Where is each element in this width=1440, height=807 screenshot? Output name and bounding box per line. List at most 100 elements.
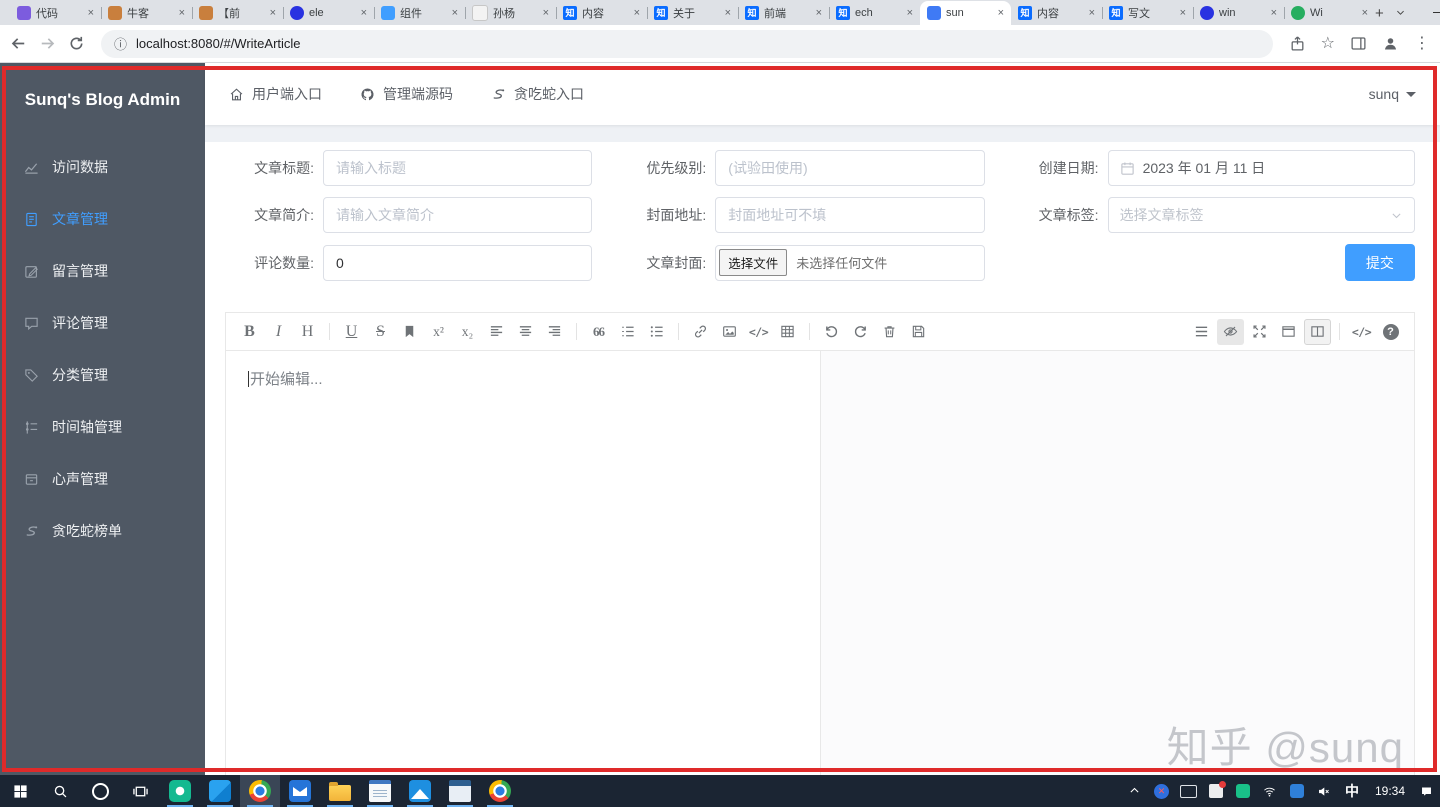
- superscript-button[interactable]: x²: [425, 319, 452, 345]
- taskbar-app-explorer[interactable]: [320, 775, 360, 807]
- tab-close-icon[interactable]: ×: [270, 7, 276, 19]
- image-button[interactable]: [716, 319, 743, 345]
- tray-network-error-icon[interactable]: ✕: [1148, 775, 1175, 807]
- link-admin-source[interactable]: 管理端源码: [360, 84, 453, 104]
- task-view-button[interactable]: [120, 775, 160, 807]
- tray-blue-app-icon[interactable]: [1283, 775, 1310, 807]
- taskbar-search-button[interactable]: [40, 775, 80, 807]
- ordered-list-button[interactable]: [614, 319, 641, 345]
- align-center-button[interactable]: [512, 319, 539, 345]
- tab-close-icon[interactable]: ×: [1271, 7, 1277, 19]
- user-dropdown[interactable]: sunq: [1369, 86, 1416, 102]
- undo-button[interactable]: [818, 319, 845, 345]
- table-button[interactable]: [774, 319, 801, 345]
- bold-button[interactable]: B: [236, 319, 263, 345]
- back-icon[interactable]: [10, 35, 27, 52]
- sidebar-item-comment-management[interactable]: 评论管理: [0, 297, 205, 349]
- tray-green-app-icon[interactable]: [1229, 775, 1256, 807]
- tab-close-icon[interactable]: ×: [1089, 7, 1095, 19]
- sidebar-item-snake-ranking[interactable]: 贪吃蛇榜单: [0, 505, 205, 557]
- browser-tab[interactable]: 组件×: [374, 1, 465, 25]
- tab-close-icon[interactable]: ×: [1362, 7, 1368, 19]
- start-button[interactable]: [0, 775, 40, 807]
- comment-count-input[interactable]: [323, 245, 592, 281]
- tab-close-icon[interactable]: ×: [725, 7, 731, 19]
- submit-button[interactable]: 提交: [1345, 244, 1415, 281]
- tray-expand-chevron-icon[interactable]: [1121, 775, 1148, 807]
- sidebar-item-category-management[interactable]: 分类管理: [0, 349, 205, 401]
- browser-tab[interactable]: win×: [1193, 1, 1284, 25]
- browser-tab[interactable]: Wi×: [1284, 1, 1375, 25]
- unordered-list-button[interactable]: [643, 319, 670, 345]
- forward-icon[interactable]: [39, 35, 56, 52]
- tab-close-icon[interactable]: ×: [88, 7, 94, 19]
- address-bar[interactable]: ⓘ localhost:8080/#/WriteArticle: [101, 30, 1273, 58]
- file-input[interactable]: 选择文件 未选择任何文件: [715, 245, 984, 281]
- fullwindow-button[interactable]: [1275, 319, 1302, 345]
- taskbar-app-chrome-2[interactable]: [480, 775, 520, 807]
- browser-tab[interactable]: 牛客×: [101, 1, 192, 25]
- link-button[interactable]: [687, 319, 714, 345]
- help-button[interactable]: ?: [1377, 319, 1404, 345]
- code-block-button[interactable]: </>: [745, 319, 772, 345]
- wifi-icon[interactable]: [1256, 775, 1283, 807]
- browser-tab-active[interactable]: sun×: [920, 1, 1011, 25]
- taskbar-app-utools[interactable]: [160, 775, 200, 807]
- save-button[interactable]: [905, 319, 932, 345]
- tray-app-badge-icon[interactable]: [1202, 775, 1229, 807]
- sidebar-item-visit-data[interactable]: 访问数据: [0, 141, 205, 193]
- tab-close-icon[interactable]: ×: [361, 7, 367, 19]
- split-view-button[interactable]: [1304, 319, 1331, 345]
- window-minimize-button[interactable]: [1418, 0, 1440, 25]
- cover-url-input[interactable]: [715, 197, 984, 233]
- menu-kebab-icon[interactable]: ⋮: [1414, 36, 1430, 52]
- date-picker[interactable]: 2023 年 01 月 11 日: [1108, 150, 1415, 186]
- taskbar-app-photos[interactable]: [400, 775, 440, 807]
- site-info-icon[interactable]: ⓘ: [114, 34, 127, 53]
- quote-button[interactable]: 66: [585, 319, 612, 345]
- side-panel-icon[interactable]: [1350, 35, 1367, 52]
- profile-avatar-icon[interactable]: [1382, 35, 1399, 52]
- browser-tab[interactable]: 知内容×: [1011, 1, 1102, 25]
- taskbar-app-calculator[interactable]: [440, 775, 480, 807]
- mark-button[interactable]: [396, 319, 423, 345]
- browser-tab[interactable]: 知ech×: [829, 1, 920, 25]
- tab-close-icon[interactable]: ×: [816, 7, 822, 19]
- redo-button[interactable]: [847, 319, 874, 345]
- sidebar-item-timeline-management[interactable]: 时间轴管理: [0, 401, 205, 453]
- bookmark-star-icon[interactable]: ☆: [1321, 36, 1335, 52]
- new-tab-button[interactable]: +: [1375, 1, 1384, 25]
- fullscreen-button[interactable]: [1246, 319, 1273, 345]
- tab-close-icon[interactable]: ×: [1180, 7, 1186, 19]
- browser-tab[interactable]: ele×: [283, 1, 374, 25]
- italic-button[interactable]: I: [265, 319, 292, 345]
- taskbar-clock[interactable]: 19:34: [1367, 784, 1413, 798]
- tab-close-icon[interactable]: ×: [634, 7, 640, 19]
- browser-tab[interactable]: 【前×: [192, 1, 283, 25]
- sidebar-item-article-management[interactable]: 文章管理: [0, 193, 205, 245]
- heading-button[interactable]: H: [294, 319, 321, 345]
- taskbar-app-notepad[interactable]: [360, 775, 400, 807]
- tab-close-icon[interactable]: ×: [543, 7, 549, 19]
- choose-file-button[interactable]: 选择文件: [719, 249, 787, 276]
- article-title-input[interactable]: [323, 150, 592, 186]
- taskbar-app-mail[interactable]: [280, 775, 320, 807]
- tab-close-icon[interactable]: ×: [998, 7, 1004, 19]
- editor-input-pane[interactable]: 开始编辑...: [226, 351, 820, 775]
- strikethrough-button[interactable]: S: [367, 319, 394, 345]
- cortana-button[interactable]: [80, 775, 120, 807]
- navigation-toggle-button[interactable]: [1188, 319, 1215, 345]
- tags-select[interactable]: 选择文章标签: [1108, 197, 1415, 233]
- reload-icon[interactable]: [68, 35, 85, 52]
- taskbar-app-chrome[interactable]: [240, 775, 280, 807]
- share-icon[interactable]: [1289, 35, 1306, 52]
- align-right-button[interactable]: [541, 319, 568, 345]
- preview-toggle-button[interactable]: [1217, 319, 1244, 345]
- clear-button[interactable]: [876, 319, 903, 345]
- url-text[interactable]: localhost:8080/#/WriteArticle: [136, 36, 301, 51]
- tab-close-icon[interactable]: ×: [452, 7, 458, 19]
- priority-input[interactable]: [715, 150, 984, 186]
- tab-search-chevron-icon[interactable]: [1384, 0, 1418, 25]
- article-intro-input[interactable]: [323, 197, 592, 233]
- notification-center-icon[interactable]: [1413, 775, 1440, 807]
